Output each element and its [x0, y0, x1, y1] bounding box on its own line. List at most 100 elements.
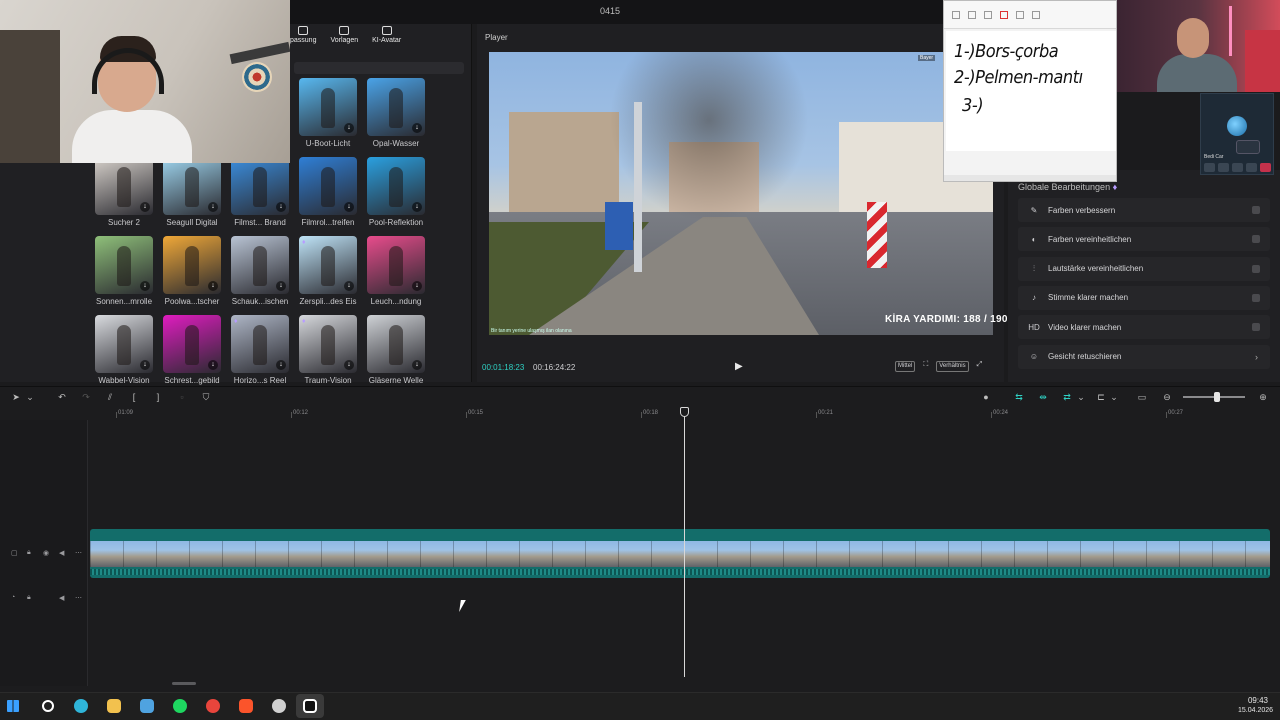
effect-card[interactable]: ↓ Poolwa...tscher [163, 236, 221, 306]
global-edit-item[interactable]: ♪ Stimme klarer machen [1018, 285, 1270, 310]
delete-icon[interactable]: ▫ [176, 392, 188, 402]
global-edit-item[interactable]: ✎ Farben verbessern [1018, 198, 1270, 222]
app-blue-icon[interactable] [140, 699, 154, 713]
obs-icon[interactable] [272, 699, 286, 713]
library-search-input[interactable] [294, 62, 464, 74]
clock-time[interactable]: 09:43 [1246, 696, 1268, 705]
quality-button[interactable]: Mittel [895, 361, 916, 372]
eye-icon[interactable]: ◉ [43, 549, 49, 557]
effect-card[interactable]: ↓ U-Boot-Licht [299, 78, 357, 148]
tab-adjustment[interactable]: passung [290, 26, 316, 52]
download-icon[interactable]: ↓ [344, 360, 354, 370]
download-icon[interactable]: ↓ [276, 281, 286, 291]
lock-icon[interactable]: 🔒︎ [27, 594, 31, 602]
preview-axis-icon[interactable]: ⇄ [1061, 392, 1073, 403]
timeline-scrollbar[interactable] [172, 682, 196, 685]
global-edit-item[interactable]: ⫶ Lautstärke vereinheitlichen [1018, 256, 1270, 281]
fullscreen-icon[interactable]: ⤢ [977, 361, 983, 372]
toggle-switch[interactable] [1252, 235, 1260, 244]
speaker-icon[interactable]: ◀ [59, 594, 64, 602]
split-screen-icon[interactable]: ⊏ [1095, 392, 1107, 403]
playhead-handle[interactable] [680, 407, 689, 417]
ribbon-color-icon[interactable] [1000, 11, 1008, 19]
camera-button[interactable] [1218, 163, 1229, 172]
effect-card[interactable]: ↓ Seagull Digital [163, 157, 221, 227]
chevron-down-icon[interactable]: ⌄ [24, 392, 36, 403]
link-toggle-icon[interactable]: ⇆ [1013, 392, 1025, 403]
ribbon-tool-icon[interactable] [984, 11, 992, 19]
aspect-ratio-button[interactable]: Verhältnis [936, 361, 969, 372]
chevron-right-icon[interactable]: › [1255, 352, 1258, 362]
paint-window[interactable]: 1-)Bors-çorba 2-)Pelmen-mantı 3-) [943, 0, 1117, 182]
clock-date[interactable]: 15.04.2026 [1238, 707, 1273, 714]
camera-icon[interactable] [1236, 140, 1260, 154]
trim-left-icon[interactable]: [ [128, 392, 140, 402]
zoom-out-icon[interactable]: ⊖ [1161, 392, 1173, 403]
effect-card[interactable]: ↓ Schrest...gebild [163, 315, 221, 385]
download-icon[interactable]: ↓ [276, 202, 286, 212]
toggle-switch[interactable] [1252, 293, 1260, 302]
mic-button[interactable] [1204, 163, 1215, 172]
global-edit-item[interactable]: ☺ Gesicht retuschieren › [1018, 344, 1270, 369]
download-icon[interactable]: ↓ [412, 123, 422, 133]
redo-icon[interactable]: ↷ [80, 392, 92, 403]
download-icon[interactable]: ↓ [140, 202, 150, 212]
zoom-in-icon[interactable]: ⊕ [1257, 392, 1269, 403]
download-icon[interactable]: ↓ [344, 281, 354, 291]
caption-icon[interactable]: ▭ [1136, 392, 1148, 403]
ribbon-tool-icon[interactable] [952, 11, 960, 19]
speaker-icon[interactable]: ◀ [59, 549, 64, 557]
effect-card[interactable]: ♦ ↓ Zerspli...des Eis [299, 236, 357, 306]
ribbon-tool-icon[interactable] [1016, 11, 1024, 19]
shield-icon[interactable]: ⛉ [200, 392, 212, 403]
chevron-down-icon[interactable]: ⌄ [1108, 392, 1120, 403]
tab-ai-avatar[interactable]: KI-Avatar [372, 26, 401, 52]
download-icon[interactable]: ↓ [140, 360, 150, 370]
tab-templates[interactable]: Vorlagen [330, 26, 358, 52]
fit-icon[interactable]: ⛶ [923, 361, 928, 372]
download-icon[interactable]: ↓ [208, 360, 218, 370]
brave-icon[interactable] [239, 699, 253, 713]
microphone-icon[interactable]: ● [980, 392, 992, 402]
audio-track-icon[interactable]: ◔ [11, 594, 15, 601]
effect-card[interactable]: ↓ Schauk...ischen [231, 236, 289, 306]
ribbon-tool-icon[interactable] [968, 11, 976, 19]
search-icon[interactable] [42, 700, 54, 712]
effect-card[interactable]: ↓ Wabbel-Vision [95, 315, 153, 385]
edge-icon[interactable] [74, 699, 88, 713]
share-button[interactable] [1232, 163, 1243, 172]
cover-icon[interactable]: ▢ [11, 549, 18, 557]
paint-canvas[interactable]: 1-)Bors-çorba 2-)Pelmen-mantı 3-) [946, 31, 1116, 151]
effect-card[interactable]: ♦ ↓ Horizo...s Reel [231, 315, 289, 385]
effect-card[interactable]: ↓ Opal-Wasser [367, 78, 425, 148]
spotify-icon[interactable] [173, 699, 187, 713]
lock-icon[interactable]: 🔒︎ [27, 549, 31, 557]
playhead-line[interactable] [684, 412, 685, 677]
hang-up-button[interactable] [1260, 163, 1271, 172]
download-icon[interactable]: ↓ [344, 202, 354, 212]
toggle-switch[interactable] [1252, 264, 1260, 273]
toggle-switch[interactable] [1252, 323, 1260, 332]
select-tool-icon[interactable]: ➤ [10, 392, 22, 403]
capcut-icon[interactable] [303, 699, 317, 713]
effect-card[interactable]: ↓ Filmst... Brand [231, 157, 289, 227]
undo-icon[interactable]: ↶ [56, 392, 68, 403]
global-edit-item[interactable]: ◐ Farben vereinheitlichen [1018, 227, 1270, 252]
file-explorer-icon[interactable] [107, 699, 121, 713]
effect-card[interactable]: ↓ Leuch...ndung [367, 236, 425, 306]
download-icon[interactable]: ↓ [276, 360, 286, 370]
effect-card[interactable]: ↓ Pool-Reflektion [367, 157, 425, 227]
more-button[interactable] [1246, 163, 1257, 172]
download-icon[interactable]: ↓ [140, 281, 150, 291]
video-clip[interactable] [90, 529, 1270, 578]
more-icon[interactable]: ⋯ [75, 549, 82, 557]
chevron-down-icon[interactable]: ⌄ [1075, 392, 1087, 403]
effect-card[interactable]: ↓ Filmrol...treifen [299, 157, 357, 227]
download-icon[interactable]: ↓ [412, 281, 422, 291]
play-button[interactable]: ▶ [735, 361, 747, 373]
effect-card[interactable]: ↓ Gläserne Welle [367, 315, 425, 385]
more-icon[interactable]: ⋯ [75, 594, 82, 602]
zoom-slider-handle[interactable] [1214, 392, 1220, 402]
windows-start-icon[interactable] [7, 700, 19, 712]
download-icon[interactable]: ↓ [412, 360, 422, 370]
